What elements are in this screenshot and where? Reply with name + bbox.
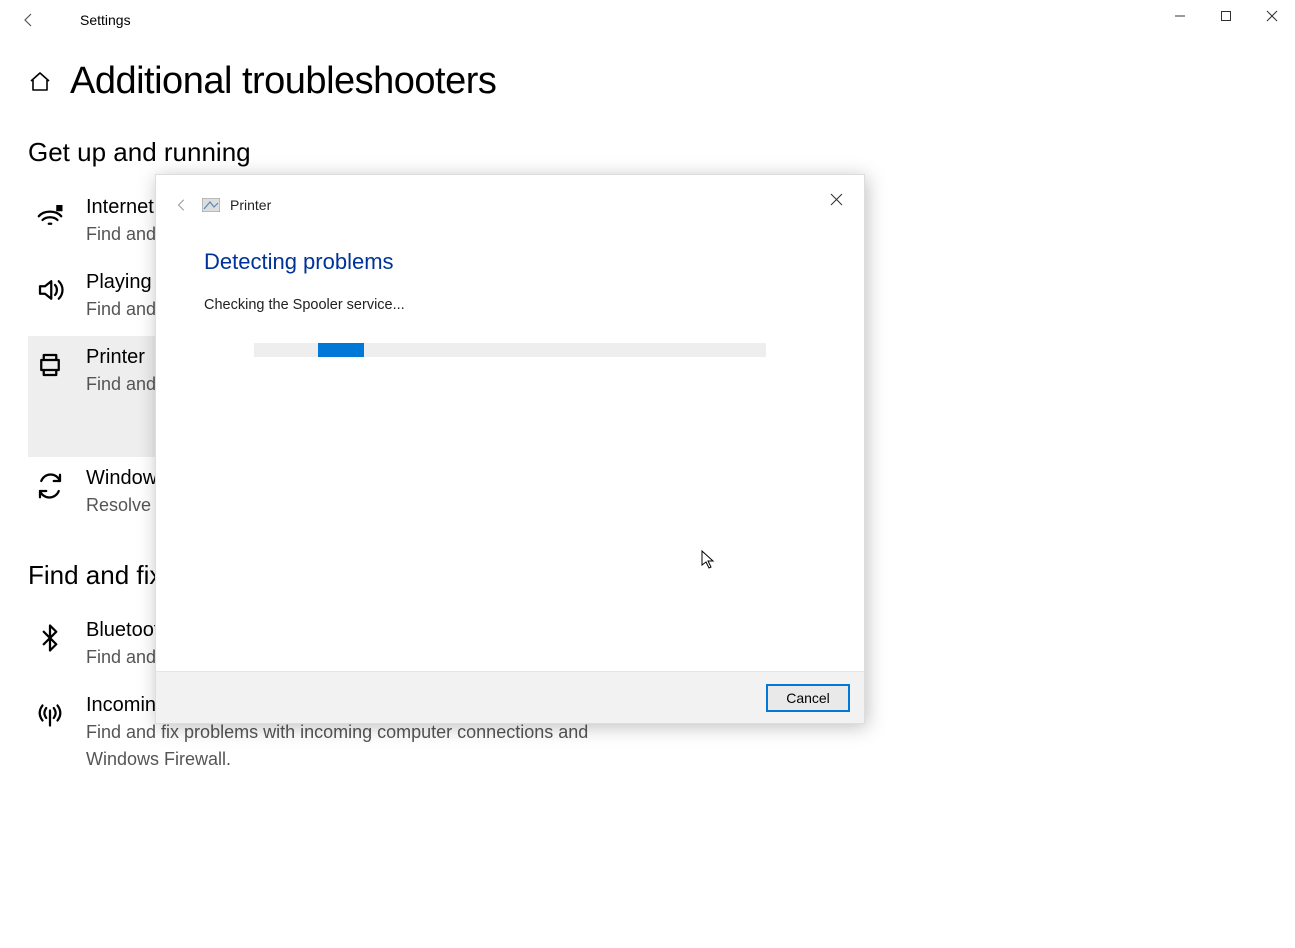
window-controls [1157, 0, 1295, 32]
dialog-title: Printer [230, 197, 271, 213]
troubleshooter-dialog: Printer Detecting problems Checking the … [155, 174, 865, 724]
progress-bar [254, 343, 766, 357]
item-desc: Find and fix problems with incoming comp… [86, 719, 656, 771]
back-icon[interactable] [14, 12, 44, 28]
sync-icon [32, 467, 68, 501]
wifi-icon [32, 196, 68, 230]
maximize-button[interactable] [1203, 0, 1249, 32]
home-icon[interactable] [28, 70, 52, 94]
section-get-up-running: Get up and running [28, 137, 1267, 168]
progress-fill [318, 343, 364, 357]
cancel-button[interactable]: Cancel [766, 684, 850, 712]
speaker-icon [32, 271, 68, 305]
page-title: Additional troubleshooters [70, 60, 496, 103]
dialog-status-text: Checking the Spooler service... [204, 297, 816, 313]
minimize-button[interactable] [1157, 0, 1203, 32]
dialog-close-icon[interactable] [822, 185, 850, 213]
dialog-back-icon[interactable] [170, 198, 194, 212]
printer-icon [32, 346, 68, 380]
dialog-printer-icon [202, 197, 222, 213]
app-title: Settings [80, 12, 131, 28]
close-button[interactable] [1249, 0, 1295, 32]
titlebar: Settings [0, 0, 1295, 40]
bluetooth-icon [32, 619, 68, 653]
dialog-heading: Detecting problems [204, 249, 816, 275]
antenna-icon [32, 694, 68, 728]
